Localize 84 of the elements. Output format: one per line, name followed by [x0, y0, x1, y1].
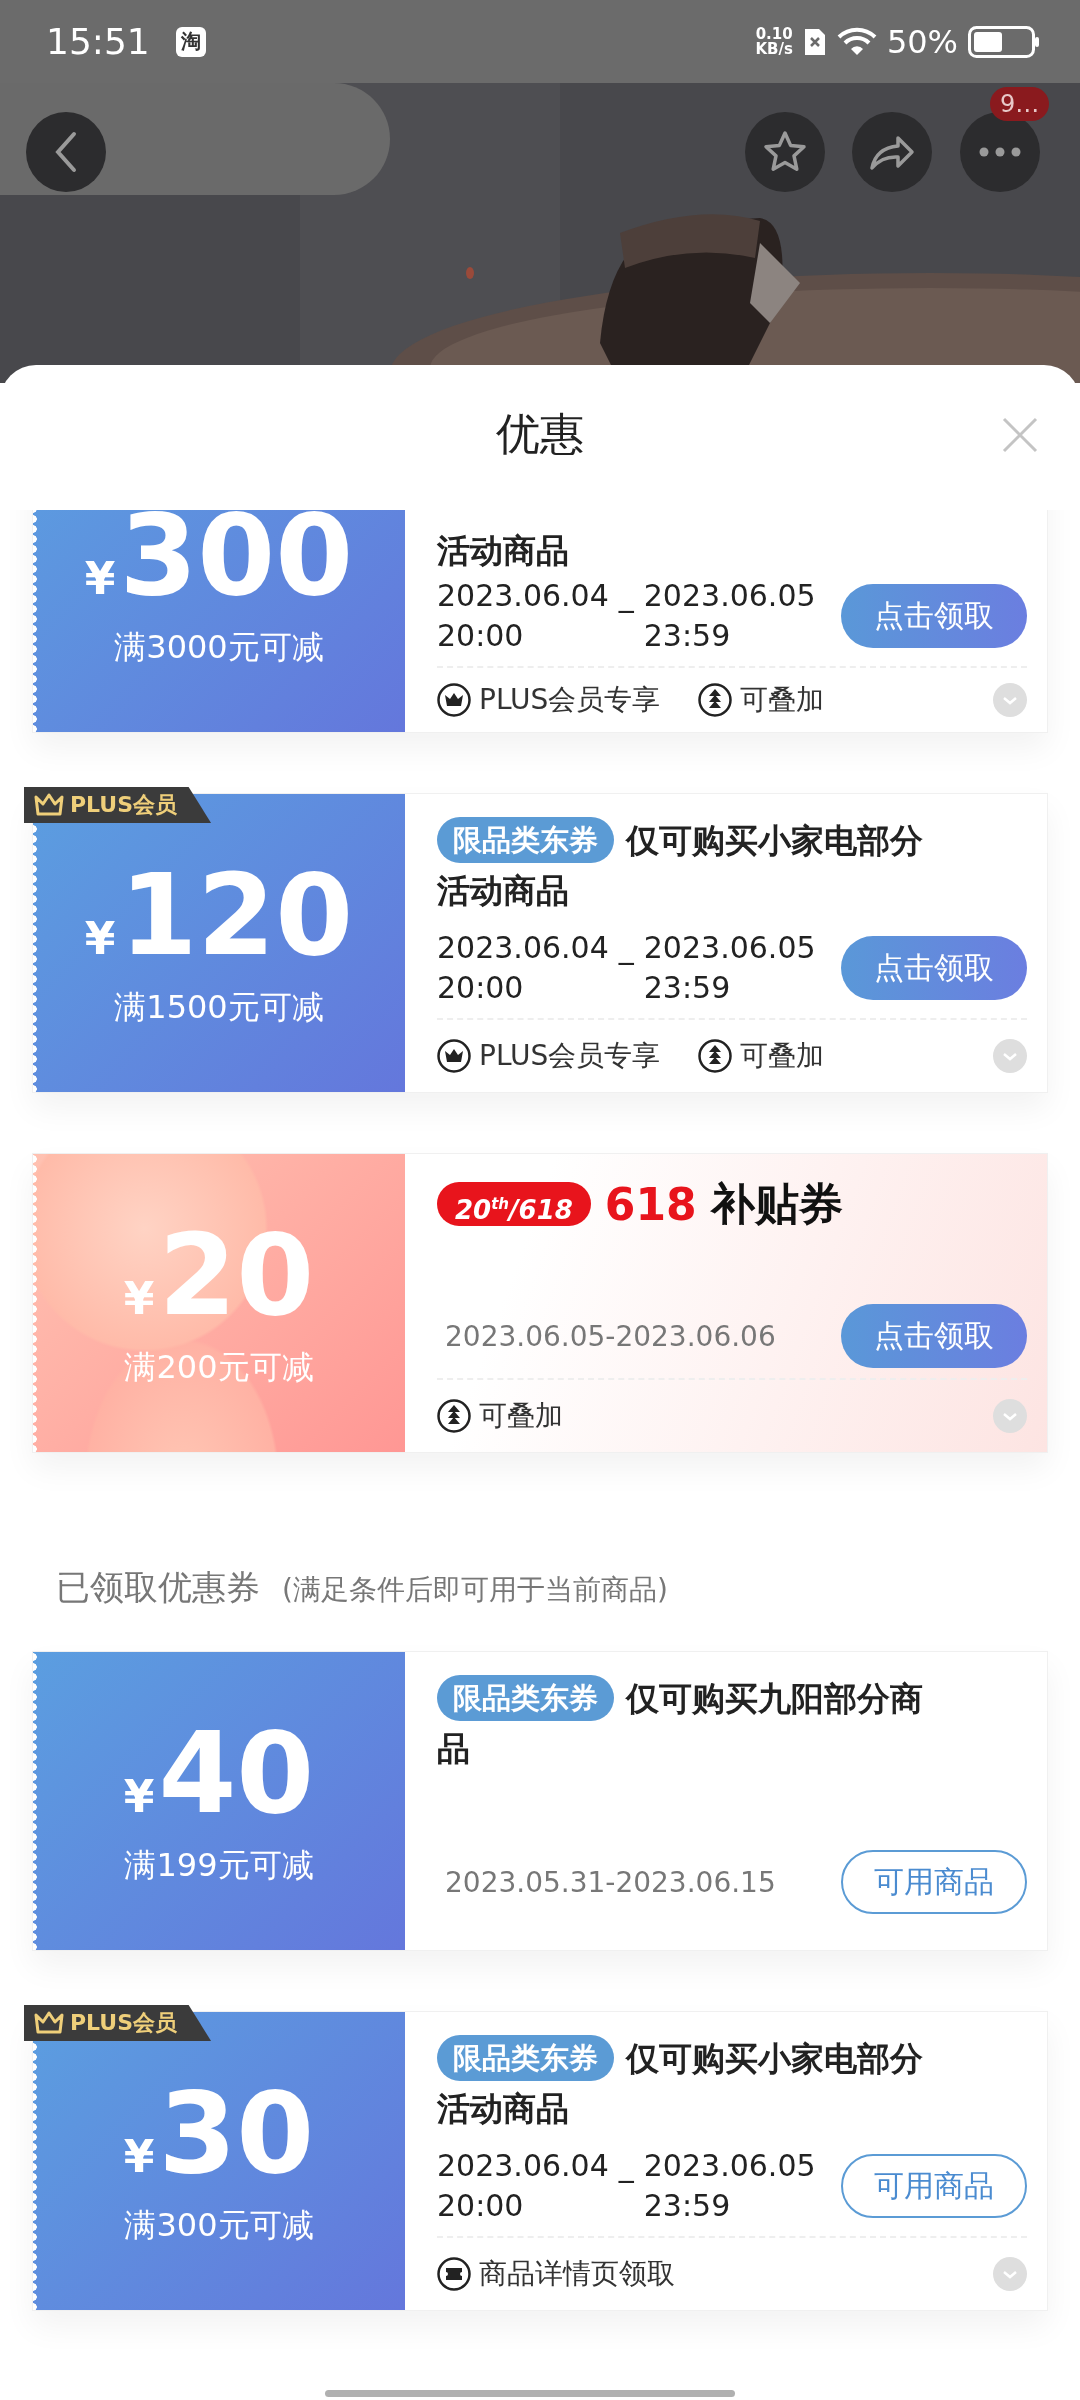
category-tag: 限品类东券 [437, 817, 614, 863]
currency-sign: ¥ [123, 1277, 155, 1321]
coupon-title: 仅可购买小家电部分 [626, 2039, 923, 2078]
chevron-down-icon [993, 2257, 1027, 2291]
chevron-down-icon [993, 1399, 1027, 1433]
chevron-down-icon [993, 1039, 1027, 1073]
coupon-amount: 20 [158, 1219, 315, 1331]
feature-label: 可叠加 [479, 1398, 563, 1434]
coupon-amount: 40 [158, 1717, 315, 1829]
chevron-down-icon [993, 683, 1027, 717]
currency-sign: ¥ [84, 557, 116, 601]
start-time: 20:00 [437, 969, 525, 1007]
stacked-arrows-icon [698, 683, 733, 717]
battery-percent: 50% [886, 22, 958, 61]
end-date: 2023.06.05 [643, 577, 816, 615]
feature-label: 可叠加 [740, 682, 825, 718]
network-speed-unit: KB/s [755, 41, 793, 57]
network-speed: 0.10 [755, 26, 793, 42]
coupon-title: 仅可购买小家电部分 [626, 821, 923, 860]
validity-dates: 2023.06.05-2023.06.06 [445, 1319, 776, 1353]
coupon-amount: 120 [119, 859, 354, 971]
feature-label: 商品详情页领取 [479, 2256, 675, 2292]
wifi-icon [836, 26, 877, 57]
feature-label: PLUS会员专享 [479, 682, 661, 718]
coupon-amount: 300 [119, 510, 354, 611]
member-badge: PLUS会员 [24, 787, 212, 823]
end-date: 2023.06.05 [643, 2147, 816, 2185]
currency-sign: ¥ [123, 1775, 155, 1819]
stacked-arrows-icon [437, 1399, 471, 1433]
end-time: 23:59 [643, 617, 732, 655]
ticket-icon [437, 2257, 471, 2291]
currency-sign: ¥ [123, 2135, 155, 2179]
claim-button[interactable]: 点击领取 [841, 936, 1027, 1000]
coupon-condition: 满199元可减 [124, 1845, 314, 1885]
battery-icon [968, 25, 1040, 58]
member-badge: PLUS会员 [24, 2005, 212, 2041]
star-icon [763, 130, 807, 174]
close-icon [1000, 415, 1040, 455]
start-date: 2023.06.04 [437, 577, 609, 615]
date-separator: _ [618, 929, 634, 967]
validity-dates: 2023.05.31-2023.06.15 [445, 1865, 776, 1899]
claim-button[interactable]: 点击领取 [841, 1304, 1027, 1368]
coupon-condition: 满300元可减 [124, 2205, 314, 2245]
feature-label: PLUS会员专享 [479, 1038, 661, 1074]
coupon-title: 补贴券 [710, 1176, 843, 1231]
currency-sign: ¥ [84, 917, 116, 961]
start-date: 2023.06.04 [437, 929, 609, 967]
coupon-condition: 满1500元可减 [114, 987, 324, 1027]
coupon-condition: 满3000元可减 [114, 627, 324, 667]
event-badge: 20$^{th}$/618 [437, 1182, 591, 1226]
feature-label: 可叠加 [740, 1038, 825, 1074]
available-products-button[interactable]: 可用商品 [841, 2154, 1027, 2218]
start-time: 20:00 [437, 2187, 525, 2225]
section-title: 已领取优惠券 [56, 1566, 260, 1609]
coupon-title: 活动商品 [437, 531, 569, 570]
coupon-title: 活动商品 [437, 871, 569, 910]
end-date: 2023.06.05 [643, 929, 816, 967]
crown-icon [34, 793, 64, 817]
stacked-arrows-icon [698, 1039, 733, 1073]
claim-button[interactable]: 点击领取 [841, 584, 1027, 648]
start-time: 20:00 [437, 617, 525, 655]
sim-card-icon [802, 26, 827, 57]
coupon-condition: 满200元可减 [124, 1347, 314, 1387]
start-date: 2023.06.04 [437, 2147, 609, 2185]
coupon-amount: 30 [158, 2077, 315, 2189]
coupon-title: 品 [437, 1729, 470, 1768]
clock-time: 15:51 [46, 21, 150, 62]
date-separator: _ [618, 2147, 634, 2185]
available-products-button[interactable]: 可用商品 [841, 1850, 1027, 1914]
sheet-title: 优惠 [496, 407, 584, 461]
category-tag: 限品类东券 [437, 1675, 614, 1721]
app-notification-icon: 淘 [175, 26, 206, 57]
category-tag: 限品类东券 [437, 2035, 614, 2081]
crown-icon [437, 1039, 471, 1073]
date-separator: _ [618, 577, 634, 615]
end-time: 23:59 [643, 2187, 732, 2225]
coupon-title: 仅可购买九阳部分商 [626, 1679, 923, 1718]
end-time: 23:59 [643, 969, 732, 1007]
crown-icon [437, 683, 471, 717]
more-icon [978, 146, 1022, 158]
section-note: (满足条件后即可用于当前商品) [282, 1572, 668, 1608]
crown-icon [34, 2011, 64, 2035]
title-number: 618 [604, 1178, 697, 1230]
coupon-title: 活动商品 [437, 2089, 569, 2128]
